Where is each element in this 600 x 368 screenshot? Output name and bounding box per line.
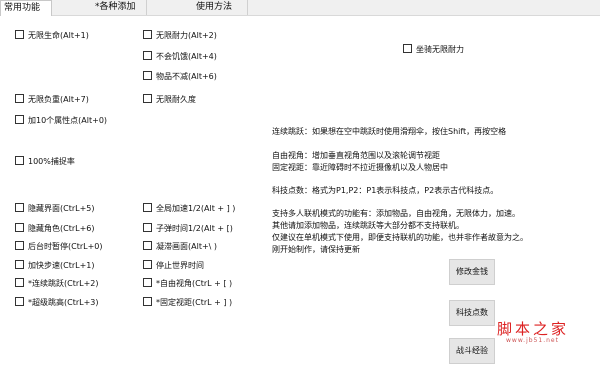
- checkbox-label: *自由视角(CtrL + [ ): [156, 279, 233, 288]
- checkbox-box[interactable]: [15, 115, 24, 124]
- checkbox-box[interactable]: [15, 203, 24, 212]
- checkbox-box[interactable]: [15, 156, 24, 165]
- checkbox-label: 100%捕捉率: [28, 157, 75, 166]
- main-panel: 无限生命(Alt+1) 无限负重(Alt+7) 加10个属性点(Alt+0) 1…: [0, 16, 600, 368]
- checkbox-capture-rate[interactable]: 100%捕捉率: [15, 156, 75, 167]
- checkbox-box[interactable]: [143, 94, 152, 103]
- checkbox-box[interactable]: [143, 71, 152, 80]
- watermark-url: www.jb51.net: [506, 337, 559, 344]
- tab-bar: 常用功能 *各种添加 使用方法: [0, 0, 600, 16]
- checkbox-continuous-jump[interactable]: *连续跳跃(CtrL+2): [15, 278, 99, 289]
- modify-money-button[interactable]: 修改金钱: [449, 259, 495, 285]
- checkbox-pause-background[interactable]: 后台时暂停(CtrL+0): [15, 241, 103, 252]
- checkbox-box[interactable]: [143, 278, 152, 287]
- checkbox-label: 无限耐力(Alt+2): [156, 31, 217, 40]
- tab-usage[interactable]: 使用方法: [193, 0, 248, 15]
- checkbox-infinite-stamina[interactable]: 无限耐力(Alt+2): [143, 30, 217, 41]
- note-multiplayer-1: 支持多人联机模式的功能有：添加物品，自由视角，无限体力，加速。: [272, 209, 520, 218]
- checkbox-faster-walk[interactable]: 加快步速(CtrL+1): [15, 260, 95, 271]
- checkbox-box[interactable]: [15, 94, 24, 103]
- checkbox-label: 隐藏界面(CtrL+5): [28, 204, 95, 213]
- tab-common-functions[interactable]: 常用功能: [0, 0, 52, 16]
- checkbox-global-speedup[interactable]: 全局加速1/2(Alt + ] ): [143, 203, 235, 214]
- checkbox-infinite-durability[interactable]: 无限耐久度: [143, 94, 196, 105]
- checkbox-box[interactable]: [15, 241, 24, 250]
- note-updates: 刚开始制作，请保持更新: [272, 245, 360, 254]
- checkbox-label: 物品不减(Alt+6): [156, 72, 217, 81]
- note-multiplayer-3: 仅建议在单机模式下使用，即便支持联机的功能，也并非作者故意为之。: [272, 233, 528, 242]
- checkbox-box[interactable]: [143, 30, 152, 39]
- checkbox-freeze-frame[interactable]: 凝滞画面(Alt+\ ): [143, 241, 217, 252]
- checkbox-infinite-health[interactable]: 无限生命(Alt+1): [15, 30, 89, 41]
- checkbox-box[interactable]: [15, 278, 24, 287]
- checkbox-free-camera[interactable]: *自由视角(CtrL + [ ): [143, 278, 232, 289]
- tab-add-items[interactable]: *各种添加: [92, 0, 147, 15]
- tech-points-button[interactable]: 科技点数: [449, 300, 495, 326]
- checkbox-label: *固定视距(CtrL + ] ): [156, 298, 233, 307]
- checkbox-label: 加快步速(CtrL+1): [28, 261, 95, 270]
- watermark-logo: 脚本之家: [497, 320, 570, 338]
- note-free-camera: 自由视角：增加垂直视角范围以及滚轮调节视距: [272, 151, 440, 160]
- checkbox-fixed-view-distance[interactable]: *固定视距(CtrL + ] ): [143, 297, 232, 308]
- checkbox-bullet-time[interactable]: 子弹时间1/2(Alt + [): [143, 223, 233, 234]
- checkbox-hide-character[interactable]: 隐藏角色(CtrL+6): [15, 223, 95, 234]
- checkbox-mount-infinite-stamina[interactable]: 坐骑无限耐力: [403, 44, 464, 55]
- checkbox-box[interactable]: [15, 260, 24, 269]
- checkbox-stop-world-time[interactable]: 停止世界时间: [143, 260, 204, 271]
- checkbox-box[interactable]: [143, 51, 152, 60]
- checkbox-box[interactable]: [143, 260, 152, 269]
- checkbox-no-hunger[interactable]: 不会饥饿(Alt+4): [143, 51, 217, 62]
- checkbox-box[interactable]: [143, 241, 152, 250]
- checkbox-label: 无限负重(Alt+7): [28, 95, 89, 104]
- checkbox-box[interactable]: [143, 297, 152, 306]
- checkbox-box[interactable]: [15, 30, 24, 39]
- checkbox-hide-ui[interactable]: 隐藏界面(CtrL+5): [15, 203, 95, 214]
- checkbox-label: 坐骑无限耐力: [416, 45, 464, 54]
- checkbox-label: 后台时暂停(CtrL+0): [28, 242, 103, 251]
- checkbox-box[interactable]: [143, 203, 152, 212]
- checkbox-box[interactable]: [15, 297, 24, 306]
- checkbox-label: 加10个属性点(Alt+0): [28, 116, 108, 125]
- checkbox-label: *连续跳跃(CtrL+2): [28, 279, 99, 288]
- note-multiplayer-2: 其他请加添加物品，连续跳跃等大部分都不支持联机。: [272, 221, 464, 230]
- checkbox-label: 无限生命(Alt+1): [28, 31, 89, 40]
- note-fixed-view: 固定视距：靠近障碍时不拉近摄像机以及人物居中: [272, 163, 448, 172]
- checkbox-super-jump[interactable]: *超级跳高(CtrL+3): [15, 297, 99, 308]
- checkbox-box[interactable]: [143, 223, 152, 232]
- checkbox-label: 子弹时间1/2(Alt + [): [156, 224, 233, 233]
- checkbox-label: 停止世界时间: [156, 261, 204, 270]
- checkbox-label: 全局加速1/2(Alt + ] ): [156, 204, 236, 213]
- note-continuous-jump: 连续跳跃：如果想在空中跳跃时使用滑翔伞，按住Shift，再按空格: [272, 127, 507, 136]
- checkbox-label: *超级跳高(CtrL+3): [28, 298, 99, 307]
- checkbox-label: 不会饥饿(Alt+4): [156, 52, 217, 61]
- checkbox-label: 无限耐久度: [156, 95, 196, 104]
- battle-exp-button[interactable]: 战斗经验: [449, 338, 495, 364]
- checkbox-label: 凝滞画面(Alt+\ ): [156, 242, 218, 251]
- checkbox-label: 隐藏角色(CtrL+6): [28, 224, 95, 233]
- note-tech-points: 科技点数：格式为P1,P2：P1表示科技点，P2表示古代科技点。: [272, 186, 499, 195]
- checkbox-box[interactable]: [403, 44, 412, 53]
- checkbox-add-attribute-points[interactable]: 加10个属性点(Alt+0): [15, 115, 107, 126]
- checkbox-infinite-weight[interactable]: 无限负重(Alt+7): [15, 94, 89, 105]
- checkbox-items-no-decrease[interactable]: 物品不减(Alt+6): [143, 71, 217, 82]
- checkbox-box[interactable]: [15, 223, 24, 232]
